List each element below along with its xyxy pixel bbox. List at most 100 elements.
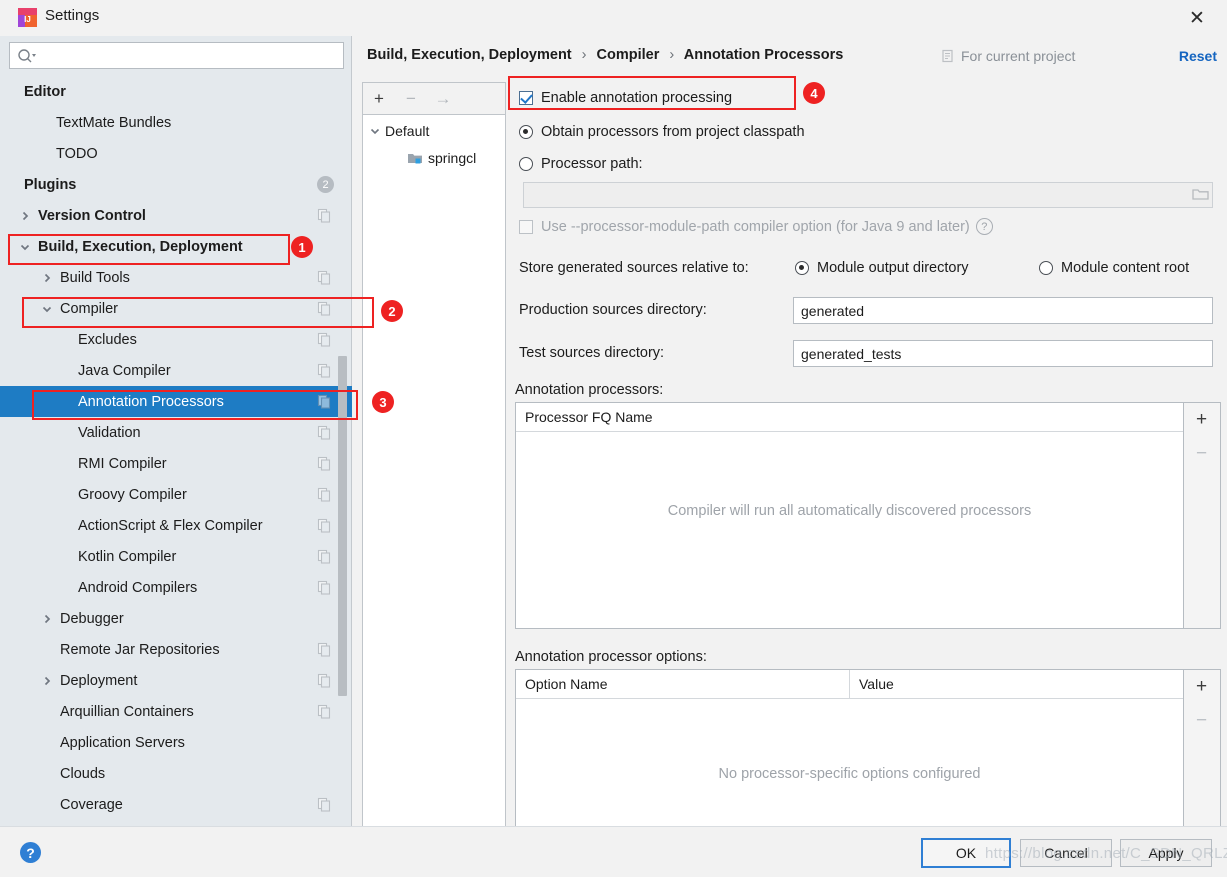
processor-module-path-label: Use --processor-module-path compiler opt… <box>541 219 970 235</box>
add-profile-button[interactable]: + <box>363 84 395 114</box>
chevron-down-icon[interactable] <box>40 302 54 316</box>
breadcrumb-item-1[interactable]: Compiler <box>597 47 660 63</box>
copy-settings-icon[interactable] <box>317 549 332 564</box>
sidebar-item-clouds[interactable]: Clouds <box>0 758 352 789</box>
cancel-button[interactable]: Cancel <box>1020 839 1112 867</box>
chevron-down-icon[interactable] <box>369 125 385 137</box>
copy-settings-icon[interactable] <box>317 270 332 285</box>
chevron-right-icon[interactable] <box>40 612 54 626</box>
module-content-root-label: Module content root <box>1061 260 1189 276</box>
copy-settings-icon[interactable] <box>317 518 332 533</box>
processor-path-row[interactable]: Processor path: <box>519 156 643 172</box>
copy-settings-icon[interactable] <box>317 332 332 347</box>
enable-annotation-processing-checkbox[interactable] <box>519 91 533 105</box>
breadcrumb-separator: › <box>663 47 680 63</box>
chevron-right-icon[interactable] <box>18 209 32 223</box>
processor-module-path-row[interactable]: Use --processor-module-path compiler opt… <box>519 218 993 235</box>
profiles-toolbar: + − → <box>363 83 505 115</box>
copy-settings-icon[interactable] <box>317 797 332 812</box>
dialog-footer: ? OK Cancel Apply <box>0 826 1227 877</box>
chevron-right-icon[interactable] <box>40 674 54 688</box>
sidebar-item-annotation-processors[interactable]: Annotation Processors <box>0 386 352 417</box>
chevron-right-icon[interactable] <box>40 271 54 285</box>
sidebar-item-textmate-bundles[interactable]: TextMate Bundles <box>0 107 352 138</box>
sidebar-item-version-control[interactable]: Version Control <box>0 200 352 231</box>
copy-settings-icon[interactable] <box>317 456 332 471</box>
sidebar-item-rmi-compiler[interactable]: RMI Compiler <box>0 448 352 479</box>
add-option-button[interactable]: + <box>1184 670 1219 704</box>
obtain-from-classpath-row[interactable]: Obtain processors from project classpath <box>519 124 805 140</box>
add-processor-button[interactable]: + <box>1184 403 1219 437</box>
copy-settings-icon[interactable] <box>317 487 332 502</box>
chevron-down-icon[interactable] <box>18 240 32 254</box>
sidebar-item-label: Compiler <box>60 301 118 317</box>
remove-profile-button[interactable]: − <box>395 84 427 114</box>
sidebar-item-java-compiler[interactable]: Java Compiler <box>0 355 352 386</box>
column-header-value[interactable]: Value <box>849 670 1183 698</box>
obtain-from-classpath-radio[interactable] <box>519 125 533 139</box>
sidebar-item-arquillian-containers[interactable]: Arquillian Containers <box>0 696 352 727</box>
module-output-directory-radio[interactable] <box>795 261 809 275</box>
sidebar-item-coverage[interactable]: Coverage <box>0 789 352 820</box>
sidebar-item-kotlin-compiler[interactable]: Kotlin Compiler <box>0 541 352 572</box>
processor-module-path-checkbox[interactable] <box>519 220 533 234</box>
copy-settings-icon[interactable] <box>317 363 332 378</box>
profile-node-default[interactable]: Default <box>369 117 429 144</box>
column-header-option-name[interactable]: Option Name <box>516 670 849 698</box>
sidebar-item-application-servers[interactable]: Application Servers <box>0 727 352 758</box>
module-output-directory-row[interactable]: Module output directory <box>795 260 969 276</box>
sidebar-item-editor[interactable]: Editor <box>0 76 352 107</box>
sidebar-item-build-execution-deployment[interactable]: Build, Execution, Deployment <box>0 231 352 262</box>
sidebar-item-label: Deployment <box>60 673 137 689</box>
sidebar-item-label: Build, Execution, Deployment <box>38 239 243 255</box>
reset-link[interactable]: Reset <box>1179 48 1217 64</box>
processor-path-input[interactable] <box>523 182 1213 208</box>
copy-settings-icon[interactable] <box>317 394 332 409</box>
sidebar-item-excludes[interactable]: Excludes <box>0 324 352 355</box>
copy-settings-icon[interactable] <box>317 425 332 440</box>
sidebar-item-compiler[interactable]: Compiler <box>0 293 352 324</box>
copy-settings-icon[interactable] <box>317 580 332 595</box>
production-sources-input[interactable] <box>793 297 1213 324</box>
sidebar-item-android-compilers[interactable]: Android Compilers <box>0 572 352 603</box>
apply-button[interactable]: Apply <box>1120 839 1212 867</box>
sidebar-item-actionscript-flex-compiler[interactable]: ActionScript & Flex Compiler <box>0 510 352 541</box>
search-input[interactable] <box>42 43 342 70</box>
copy-settings-icon[interactable] <box>317 704 332 719</box>
remove-option-button[interactable]: − <box>1184 704 1219 738</box>
sidebar-item-badge: 2 <box>317 176 334 193</box>
sidebar-item-debugger[interactable]: Debugger <box>0 603 352 634</box>
help-button[interactable]: ? <box>20 842 41 863</box>
column-header-processor-fq-name[interactable]: Processor FQ Name <box>516 403 1183 431</box>
help-icon[interactable]: ? <box>976 218 993 235</box>
processor-path-radio[interactable] <box>519 157 533 171</box>
move-to-profile-button[interactable]: → <box>427 84 459 114</box>
ok-button[interactable]: OK <box>921 838 1011 868</box>
sidebar-item-groovy-compiler[interactable]: Groovy Compiler <box>0 479 352 510</box>
sidebar-item-plugins[interactable]: Plugins2 <box>0 169 352 200</box>
breadcrumb-item-2: Annotation Processors <box>684 47 844 63</box>
sidebar-scrollbar[interactable] <box>338 356 347 696</box>
test-sources-input[interactable] <box>793 340 1213 367</box>
sidebar-item-remote-jar-repositories[interactable]: Remote Jar Repositories <box>0 634 352 665</box>
copy-settings-icon[interactable] <box>317 208 332 223</box>
copy-settings-icon[interactable] <box>317 673 332 688</box>
search-field[interactable] <box>9 42 344 69</box>
sidebar-item-validation[interactable]: Validation <box>0 417 352 448</box>
module-content-root-radio[interactable] <box>1039 261 1053 275</box>
annotation-processor-options-empty-text: No processor-specific options configured <box>516 766 1183 782</box>
sidebar-item-deployment[interactable]: Deployment <box>0 665 352 696</box>
sidebar-item-build-tools[interactable]: Build Tools <box>0 262 352 293</box>
folder-browse-icon[interactable] <box>1187 182 1213 206</box>
remove-processor-button[interactable]: − <box>1184 437 1219 471</box>
profile-node-module[interactable]: springcl <box>407 144 476 171</box>
module-content-root-row[interactable]: Module content root <box>1039 260 1189 276</box>
copy-settings-icon[interactable] <box>317 642 332 657</box>
enable-annotation-processing-row[interactable]: Enable annotation processing <box>519 90 732 106</box>
copy-settings-icon[interactable] <box>317 301 332 316</box>
annotation-processors-table[interactable]: Processor FQ Name Compiler will run all … <box>515 402 1184 629</box>
sidebar-item-todo[interactable]: TODO <box>0 138 352 169</box>
close-icon[interactable]: ✕ <box>1175 4 1219 32</box>
breadcrumb-item-0[interactable]: Build, Execution, Deployment <box>367 47 572 63</box>
settings-sidebar: EditorTextMate BundlesTODOPlugins2Versio… <box>0 36 352 826</box>
